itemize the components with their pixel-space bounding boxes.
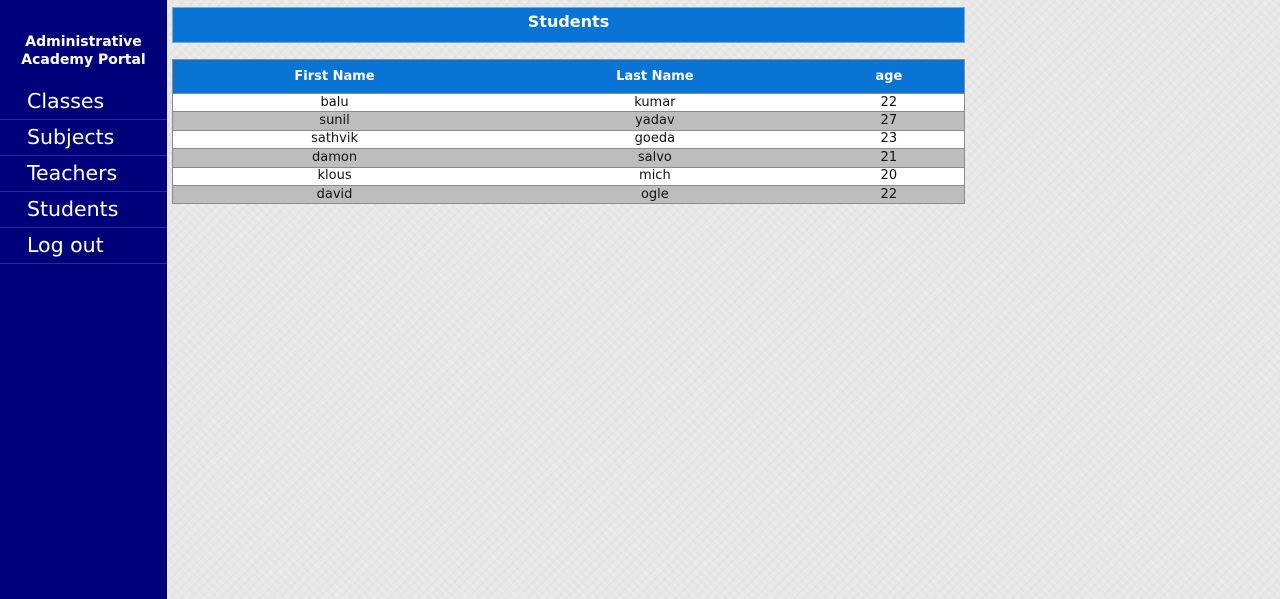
cell-last-name: ogle [496, 184, 814, 204]
nav-item-subjects[interactable]: Subjects [0, 120, 167, 156]
table-row: balu kumar 22 [172, 92, 965, 112]
cell-last-name: goeda [496, 129, 814, 149]
sidebar: Administrative Academy Portal Classes Su… [0, 0, 167, 599]
table-row: david ogle 22 [172, 184, 965, 204]
cell-last-name: yadav [496, 111, 814, 131]
cell-first-name: sunil [172, 111, 497, 131]
cell-last-name: mich [496, 166, 814, 186]
sidebar-nav: Classes Subjects Teachers Students Log o… [0, 84, 167, 264]
column-header-last-name: Last Name [496, 59, 814, 94]
nav-item-students[interactable]: Students [0, 192, 167, 228]
brand-line-1: Administrative [25, 34, 142, 50]
students-table: First Name Last Name age balu kumar 22 s… [172, 59, 965, 205]
cell-age: 27 [813, 111, 965, 131]
table-body: balu kumar 22 sunil yadav 27 sathvik goe… [172, 92, 965, 204]
cell-last-name: salvo [496, 148, 814, 168]
cell-first-name: damon [172, 148, 497, 168]
main-content: Students First Name Last Name age balu k… [172, 7, 965, 205]
cell-age: 21 [813, 148, 965, 168]
table-row: sunil yadav 27 [172, 111, 965, 131]
column-header-first-name: First Name [172, 59, 497, 94]
table-row: klous mich 20 [172, 166, 965, 186]
brand-line-2: Academy Portal [21, 52, 146, 68]
table-row: sathvik goeda 23 [172, 129, 965, 149]
cell-age: 22 [813, 92, 965, 112]
cell-first-name: balu [172, 92, 497, 112]
table-header-row: First Name Last Name age [172, 59, 965, 94]
nav-item-classes[interactable]: Classes [0, 84, 167, 120]
nav-item-teachers[interactable]: Teachers [0, 156, 167, 192]
cell-first-name: david [172, 184, 497, 204]
cell-first-name: klous [172, 166, 497, 186]
portal-brand: Administrative Academy Portal [0, 0, 167, 84]
page-title: Students [172, 7, 965, 43]
column-header-age: age [813, 59, 965, 94]
table-header: First Name Last Name age [172, 59, 965, 94]
cell-first-name: sathvik [172, 129, 497, 149]
cell-last-name: kumar [496, 92, 814, 112]
cell-age: 20 [813, 166, 965, 186]
table-row: damon salvo 21 [172, 148, 965, 168]
cell-age: 22 [813, 184, 965, 204]
cell-age: 23 [813, 129, 965, 149]
nav-item-logout[interactable]: Log out [0, 228, 167, 264]
